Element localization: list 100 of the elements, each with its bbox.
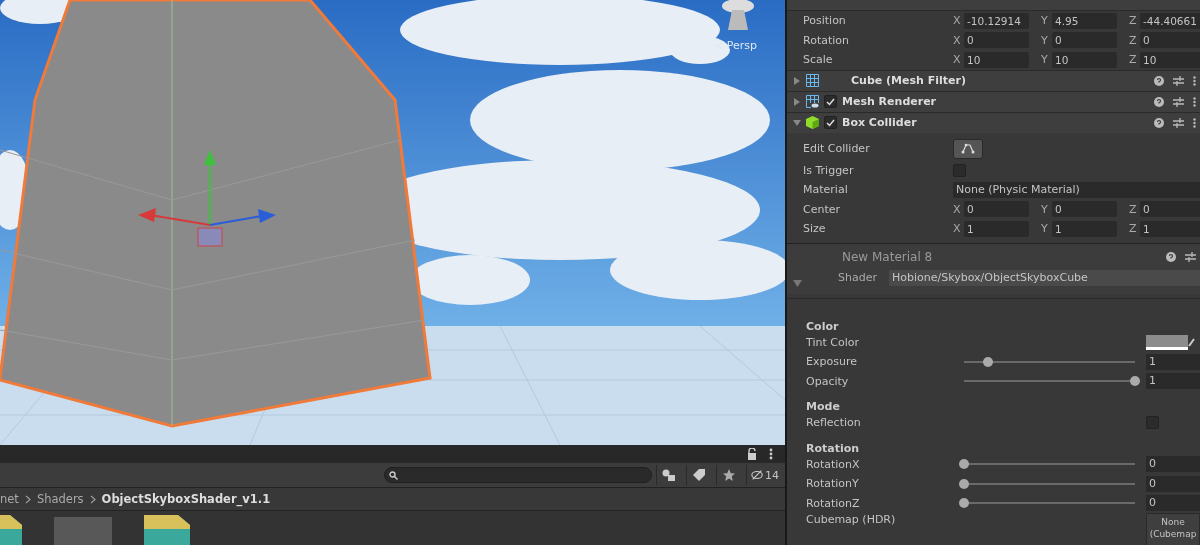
shapes-icon xyxy=(662,469,677,481)
number-field[interactable]: 0 xyxy=(1052,32,1117,49)
eyedropper-icon[interactable] xyxy=(1188,337,1196,348)
lock-icon[interactable] xyxy=(747,448,757,460)
property-label: Material xyxy=(803,183,849,197)
axis-label: Z xyxy=(1129,14,1138,28)
axis-label: Z xyxy=(1129,202,1138,216)
sliders-icon[interactable] xyxy=(1173,75,1184,86)
property-label: RotationX xyxy=(806,457,861,471)
slider-thumb[interactable] xyxy=(982,356,993,367)
help-icon[interactable] xyxy=(1154,75,1164,86)
sliders-icon[interactable] xyxy=(1173,117,1184,128)
orientation-gizmo-icon[interactable] xyxy=(722,0,754,30)
component-title: Mesh Renderer xyxy=(842,95,938,108)
number-field[interactable]: 0 xyxy=(1140,201,1200,218)
section-heading: Color xyxy=(806,320,840,333)
sliders-icon[interactable] xyxy=(1173,96,1184,107)
kebab-menu-icon[interactable] xyxy=(1193,117,1196,128)
property-label: Size xyxy=(803,222,827,236)
search-icon xyxy=(389,470,398,480)
property-label: Is Trigger xyxy=(803,163,855,177)
search-field[interactable] xyxy=(384,467,652,483)
number-field[interactable]: 1 xyxy=(1146,353,1200,370)
property-label: Position xyxy=(803,14,847,28)
tag-icon xyxy=(693,469,706,481)
chevron-icon xyxy=(24,494,31,504)
component-title: Cube (Mesh Filter) xyxy=(851,74,967,87)
number-field[interactable]: 10 xyxy=(964,51,1029,68)
axis-label: X xyxy=(953,53,962,67)
number-field[interactable]: 4.95 xyxy=(1052,12,1117,29)
number-field[interactable]: 0 xyxy=(1146,495,1200,512)
component-header[interactable]: Cube (Mesh Filter) xyxy=(787,69,1200,91)
number-field[interactable]: 0 xyxy=(1052,201,1117,218)
slider-thumb[interactable] xyxy=(959,498,969,509)
edit-collider-button[interactable] xyxy=(953,138,983,159)
color-swatch[interactable] xyxy=(1146,334,1188,350)
texture-field[interactable]: None (Cubemap xyxy=(1146,513,1200,545)
kebab-menu-icon[interactable] xyxy=(769,448,773,460)
kebab-menu-icon[interactable] xyxy=(1193,75,1196,86)
breadcrumb-item[interactable]: net xyxy=(0,492,19,506)
axis-label: Y xyxy=(1041,222,1049,236)
grid-icon xyxy=(806,74,819,87)
number-field[interactable]: 1 xyxy=(964,220,1029,237)
property-label: Tint Color xyxy=(806,335,860,349)
axis-label: Y xyxy=(1041,202,1049,216)
foldout-arrow-icon[interactable] xyxy=(793,76,801,85)
property-label: Scale xyxy=(803,53,834,67)
foldout-arrow-icon[interactable] xyxy=(793,118,801,127)
number-field[interactable]: 1 xyxy=(1140,220,1200,237)
component-title: Box Collider xyxy=(842,116,918,129)
number-field[interactable]: -10.12914 xyxy=(964,12,1029,29)
number-field[interactable]: 10 xyxy=(1052,51,1117,68)
number-field[interactable]: 0 xyxy=(1140,32,1200,49)
property-label: Exposure xyxy=(806,355,858,369)
object-field[interactable]: None (Physic Material) xyxy=(953,181,1200,198)
eye-slash-icon xyxy=(750,469,763,481)
shader-file-icon[interactable] xyxy=(144,515,190,545)
number-field[interactable]: -44.40661 xyxy=(1140,12,1200,29)
axis-label: X xyxy=(953,14,962,28)
number-field[interactable]: 0 xyxy=(1146,456,1200,473)
enable-checkbox[interactable] xyxy=(824,95,837,108)
chevron-icon xyxy=(89,494,96,504)
breadcrumb-item[interactable]: ObjectSkyboxShader_v1.1 xyxy=(101,492,271,506)
star-icon xyxy=(723,469,736,481)
help-icon[interactable] xyxy=(1154,96,1164,107)
property-label: Edit Collider xyxy=(803,142,871,155)
slider-thumb[interactable] xyxy=(959,478,969,489)
help-icon[interactable] xyxy=(1166,251,1176,262)
property-label: Opacity xyxy=(806,374,850,388)
number-field[interactable]: 1 xyxy=(1146,373,1200,390)
material-title: New Material 8 xyxy=(842,249,933,264)
axis-label: Z xyxy=(1129,222,1138,236)
foldout-arrow-icon[interactable] xyxy=(793,278,802,287)
axis-label: Z xyxy=(1129,53,1138,67)
component-header[interactable]: Mesh Renderer xyxy=(787,90,1200,112)
sliders-icon[interactable] xyxy=(1185,251,1196,262)
axis-label: Z xyxy=(1129,33,1138,47)
property-label: Center xyxy=(803,202,842,216)
property-label: Rotation xyxy=(803,33,850,47)
number-field[interactable]: 0 xyxy=(964,32,1029,49)
section-heading: Rotation xyxy=(806,442,861,455)
shader-label: Shader xyxy=(838,271,878,284)
property-label: Cubemap (HDR) xyxy=(806,513,897,526)
property-label: RotationZ xyxy=(806,496,861,510)
help-icon[interactable] xyxy=(1154,117,1164,128)
enable-checkbox[interactable] xyxy=(824,116,837,129)
number-field[interactable]: 0 xyxy=(1146,475,1200,492)
slider-thumb[interactable] xyxy=(959,459,969,470)
slider-thumb[interactable] xyxy=(1130,376,1140,387)
shader-dropdown[interactable]: Hobione/Skybox/ObjectSkyboxCube xyxy=(889,269,1200,286)
view-mode-label[interactable]: < Persp xyxy=(714,39,757,52)
component-header[interactable]: Box Collider xyxy=(787,111,1200,133)
number-field[interactable]: 0 xyxy=(964,201,1029,218)
number-field[interactable]: 1 xyxy=(1052,220,1117,237)
asset-thumbnail[interactable] xyxy=(54,517,112,545)
breadcrumb-item[interactable]: Shaders xyxy=(36,492,84,506)
number-field[interactable]: 10 xyxy=(1140,51,1200,68)
foldout-arrow-icon[interactable] xyxy=(793,97,801,106)
kebab-menu-icon[interactable] xyxy=(1193,96,1196,107)
grid-eye-icon xyxy=(806,95,819,108)
